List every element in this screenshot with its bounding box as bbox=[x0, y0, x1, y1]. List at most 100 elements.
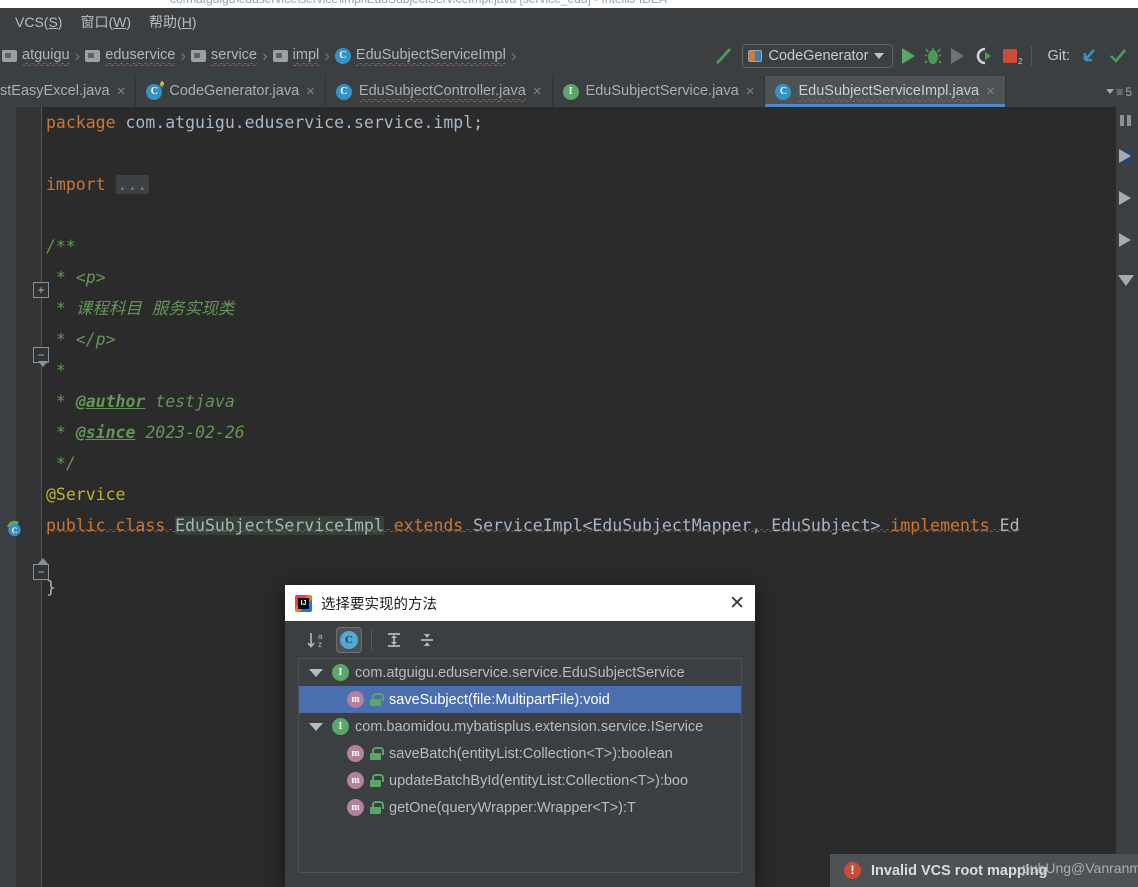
breadcrumb-item-atguigu[interactable]: atguigu bbox=[2, 46, 70, 66]
menu-item-help[interactable]: 帮助(H) bbox=[140, 9, 205, 35]
code-token: testjava bbox=[145, 392, 235, 411]
code-token: * <p> bbox=[46, 268, 106, 287]
chevron-down-icon bbox=[1106, 89, 1115, 94]
code-token: */ bbox=[46, 454, 76, 473]
code-token: * 课程科目 服务实现类 bbox=[46, 299, 235, 318]
implementing-method-gutter-icon[interactable]: C bbox=[6, 519, 25, 538]
breadcrumb-item-eduservice[interactable]: eduservice bbox=[85, 46, 176, 66]
expand-all-button[interactable] bbox=[381, 627, 407, 653]
tab-overflow-control[interactable]: ≡ 5 bbox=[1100, 76, 1138, 107]
code-token: * </p> bbox=[46, 330, 116, 349]
code-token: public class bbox=[46, 516, 176, 535]
tab-close-icon[interactable]: × bbox=[746, 84, 755, 99]
toolbar-actions: CodeGenerator 2 Git: bbox=[713, 43, 1138, 68]
breadcrumb-label: eduservice bbox=[105, 46, 176, 66]
tree-node-class[interactable]: Icom.baomidou.mybatisplus.extension.serv… bbox=[299, 713, 741, 740]
code-line: import ... bbox=[46, 169, 1108, 200]
tab-close-icon[interactable]: × bbox=[986, 84, 995, 99]
breadcrumb-label: service bbox=[211, 46, 257, 66]
debug-icon[interactable] bbox=[924, 46, 943, 66]
select-methods-to-implement-dialog[interactable]: 选择要实现的方法 ✕ a z C Icom.atguigu bbox=[285, 585, 755, 887]
breadcrumb-item-impl[interactable]: impl bbox=[272, 46, 320, 66]
code-token: Ed bbox=[989, 516, 1020, 535]
breadcrumb-separator-icon: › bbox=[74, 45, 81, 65]
right-tool-window-stripe[interactable] bbox=[1116, 107, 1138, 887]
menu-bar: VCS(S) 窗口(W) 帮助(H) bbox=[0, 8, 1138, 35]
chevron-down-icon[interactable] bbox=[309, 668, 323, 677]
breadcrumb-item-service[interactable]: service bbox=[191, 46, 257, 66]
class-icon: C bbox=[340, 630, 358, 649]
editor-error-stripe[interactable] bbox=[1108, 107, 1116, 887]
error-icon: ! bbox=[844, 862, 861, 879]
tree-node-class[interactable]: Icom.atguigu.eduservice.service.EduSubje… bbox=[299, 659, 741, 686]
sort-alphabetically-button[interactable]: a z bbox=[303, 627, 329, 653]
tab-close-icon[interactable]: × bbox=[533, 84, 542, 99]
hammer-icon[interactable] bbox=[713, 45, 733, 67]
tree-node-method[interactable]: m getOne(queryWrapper:Wrapper<T>):T bbox=[299, 794, 741, 821]
breadcrumb-item-edusubjectserviceimpl[interactable]: C EduSubjectServiceImpl bbox=[334, 46, 506, 66]
run-icon[interactable] bbox=[902, 47, 916, 64]
stop-badge: 2 bbox=[1017, 56, 1023, 66]
group-by-class-button[interactable]: C bbox=[336, 626, 362, 653]
tree-node-method[interactable]: m updateBatchById(entityList:Collection<T… bbox=[299, 767, 741, 794]
collapse-all-button[interactable] bbox=[414, 627, 440, 653]
editor-tab-edusubjectcontroller[interactable]: C EduSubjectController.java × bbox=[326, 76, 553, 107]
breadcrumb-label: EduSubjectServiceImpl bbox=[355, 46, 506, 66]
breadcrumb-label: atguigu bbox=[22, 46, 70, 66]
tab-close-icon[interactable]: × bbox=[306, 84, 315, 99]
chevron-down-icon[interactable] bbox=[309, 722, 323, 731]
pause-icon[interactable] bbox=[1120, 115, 1132, 126]
stripe-arrow-icon[interactable] bbox=[1119, 191, 1131, 205]
run-configuration-selector[interactable]: CodeGenerator bbox=[742, 43, 894, 68]
profile-icon[interactable] bbox=[973, 46, 993, 66]
stop-icon[interactable]: 2 bbox=[1002, 46, 1022, 66]
lock-icon bbox=[370, 801, 384, 814]
method-icon: m bbox=[347, 772, 364, 789]
stripe-arrow-down-icon[interactable] bbox=[1118, 275, 1134, 286]
debug-icon-svg bbox=[924, 47, 943, 64]
interface-icon: I bbox=[562, 83, 579, 100]
menu-item-window[interactable]: 窗口(W) bbox=[71, 9, 140, 35]
intellij-logo-icon bbox=[295, 594, 312, 612]
lock-icon bbox=[370, 693, 384, 706]
left-tool-window-stripe[interactable] bbox=[0, 107, 16, 887]
implemented-marker-svg: C bbox=[7, 520, 21, 537]
notification-banner[interactable]: ! Invalid VCS root mapping bbox=[830, 854, 1138, 887]
code-folding-rail bbox=[41, 107, 42, 887]
lock-icon bbox=[370, 747, 384, 760]
stripe-arrow-selected-icon[interactable] bbox=[1119, 149, 1131, 163]
tree-node-label: com.baomidou.mybatisplus.extension.servi… bbox=[355, 718, 704, 735]
editor-gutter[interactable]: C bbox=[7, 107, 42, 887]
editor-tab-codegenerator[interactable]: C CodeGenerator.java × bbox=[136, 76, 326, 107]
code-token: * bbox=[46, 392, 76, 411]
interface-icon: I bbox=[332, 664, 349, 681]
breadcrumb-label: impl bbox=[292, 46, 320, 66]
commit-checkmark-icon[interactable] bbox=[1108, 46, 1128, 66]
tree-node-method[interactable]: m saveSubject(file:MultipartFile):void bbox=[299, 686, 741, 713]
run-coverage-icon[interactable] bbox=[951, 47, 965, 64]
code-line: * </p> bbox=[46, 324, 1108, 355]
class-generated-icon: C bbox=[146, 83, 163, 100]
editor-tab-edusubjectserviceimpl[interactable]: C EduSubjectServiceImpl.java × bbox=[765, 76, 1006, 107]
methods-tree[interactable]: Icom.atguigu.eduservice.service.EduSubje… bbox=[298, 658, 742, 873]
code-token: EduSubjectServiceImpl bbox=[175, 516, 384, 535]
collapse-all-icon bbox=[421, 633, 433, 646]
tab-close-icon[interactable]: × bbox=[117, 84, 126, 99]
code-token: @since bbox=[75, 423, 136, 442]
code-token: ServiceImpl<EduSubjectMapper, EduSubject… bbox=[463, 516, 891, 535]
update-project-icon[interactable] bbox=[1079, 46, 1099, 66]
method-icon: m bbox=[347, 799, 364, 816]
editor-tab-edusubjectservice[interactable]: I EduSubjectService.java × bbox=[553, 76, 766, 107]
menu-item-vcs[interactable]: VCS(S) bbox=[6, 11, 71, 33]
close-icon[interactable]: ✕ bbox=[729, 594, 745, 613]
stripe-arrow-icon[interactable] bbox=[1119, 233, 1131, 247]
editor-tab-testeasyexcel[interactable]: stEasyExcel.java × bbox=[0, 76, 137, 107]
code-line: */ bbox=[46, 448, 1108, 479]
folder-icon bbox=[85, 49, 101, 62]
code-line: * @since 2023-02-26 bbox=[46, 417, 1108, 448]
tree-node-method[interactable]: m saveBatch(entityList:Collection<T>):boo… bbox=[299, 740, 741, 767]
breadcrumb-separator-icon: › bbox=[180, 45, 187, 65]
code-token: com.atguigu.eduservice.service.impl; bbox=[115, 113, 484, 132]
code-line: package com.atguigu.eduservice.service.i… bbox=[46, 107, 1108, 138]
